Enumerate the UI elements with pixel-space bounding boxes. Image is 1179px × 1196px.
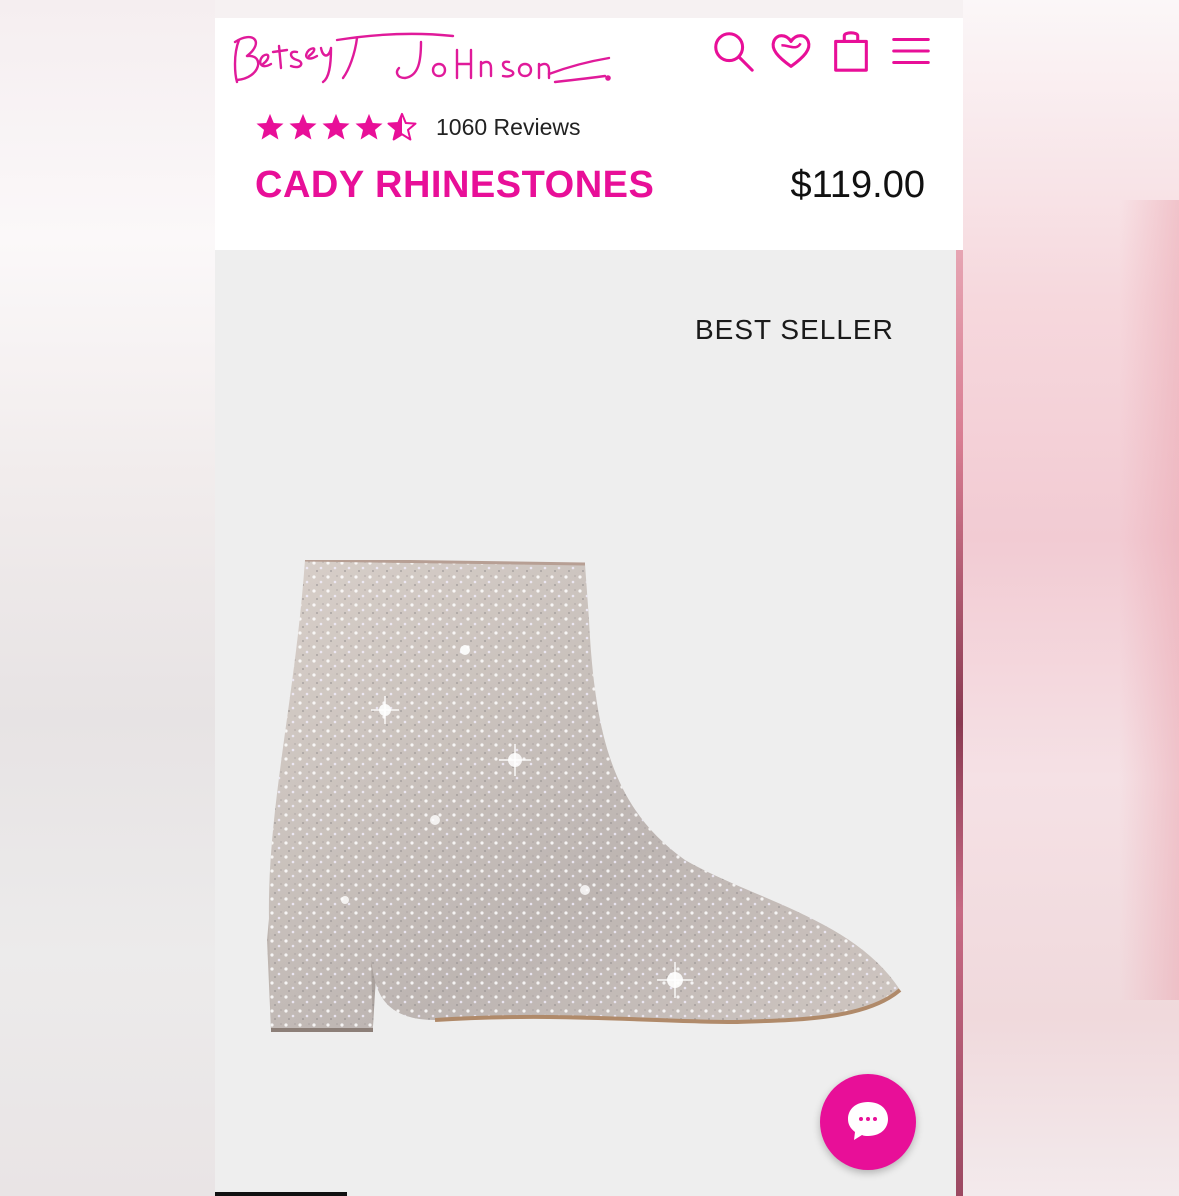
search-icon[interactable] <box>707 23 759 79</box>
shopping-bag-icon[interactable] <box>825 23 877 79</box>
scroll-edge <box>956 250 963 1196</box>
star-full-icon <box>256 113 284 140</box>
product-title-row: CADY RHINESTONES $119.00 <box>255 164 925 216</box>
reviews-link[interactable]: 1060 Reviews <box>436 114 580 141</box>
product-name: CADY RHINESTONES <box>255 164 655 206</box>
product-image-boot[interactable] <box>255 558 915 1040</box>
star-full-icon <box>289 113 317 140</box>
chat-bubble-icon <box>848 1102 888 1140</box>
backdrop-right <box>963 0 1179 1196</box>
home-indicator <box>215 1192 347 1196</box>
star-full-icon <box>355 113 383 140</box>
backdrop-left <box>0 0 215 1196</box>
star-rating[interactable] <box>255 112 420 142</box>
hamburger-menu-icon[interactable] <box>885 23 937 79</box>
chat-button[interactable] <box>820 1074 916 1170</box>
product-image-gallery[interactable]: BEST SELLER <box>215 250 963 1196</box>
rating-row: 1060 Reviews <box>255 110 580 144</box>
heart-icon[interactable] <box>765 23 817 79</box>
product-price: $119.00 <box>790 164 925 206</box>
phone-screen: 1060 Reviews CADY RHINESTONES $119.00 BE… <box>215 18 963 1196</box>
best-seller-badge: BEST SELLER <box>695 314 894 345</box>
brand-logo[interactable] <box>225 20 615 92</box>
star-full-icon <box>322 113 350 140</box>
site-header: 1060 Reviews CADY RHINESTONES $119.00 <box>215 18 963 250</box>
header-nav <box>707 23 947 79</box>
star-half-icon <box>387 112 417 141</box>
